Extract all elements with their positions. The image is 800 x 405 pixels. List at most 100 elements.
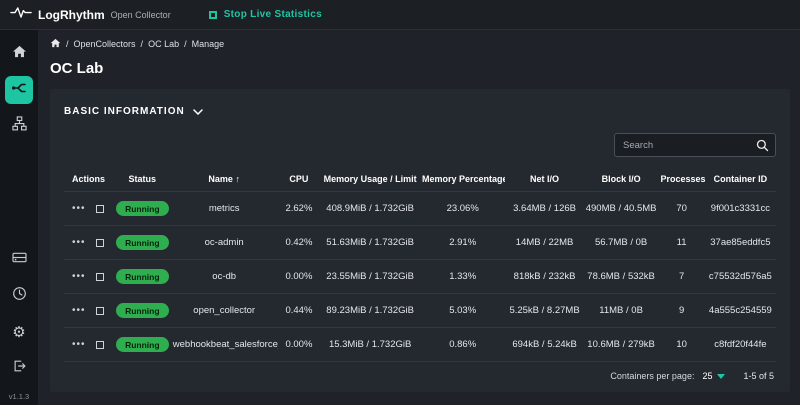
column-header-status[interactable]: Status [114,167,171,192]
container-id-value: 4a555c254559 [705,294,776,328]
processes-value: 10 [658,328,704,362]
logout-icon [12,359,27,378]
net-io-value: 5.25kB / 8.27MB [505,294,583,328]
block-io-value: 11MB / 0B [584,294,659,328]
column-header-processes[interactable]: Processes [658,167,704,192]
row-stop-container-icon[interactable] [96,307,104,315]
row-stop-container-icon[interactable] [96,273,104,281]
memory-value: 23.55MiB / 1.732GiB [320,260,420,294]
processes-value: 7 [658,260,704,294]
container-name: webhookbeat_salesforce_c [171,328,278,362]
body-row: ⚙ v1.1.3 / OpenCollectors / OC Lab / Man… [0,30,800,405]
column-header-block-io[interactable]: Block I/O [584,167,659,192]
row-stop-container-icon[interactable] [96,341,104,349]
processes-value: 11 [658,226,704,260]
collector-pipeline-icon [11,80,27,101]
column-header-container-id[interactable]: Container ID [705,167,776,192]
processes-value: 70 [658,192,704,226]
memory-pct-value: 2.91% [420,226,505,260]
caret-down-icon [717,374,725,379]
page-range: 1-5 of 5 [743,371,774,381]
row-more-actions-icon[interactable]: ••• [72,340,86,350]
memory-pct-value: 1.33% [420,260,505,294]
block-io-value: 490MB / 40.5MB [584,192,659,226]
column-header-name[interactable]: Name ↑ [171,167,278,192]
sidebar-item-settings[interactable]: ⚙ [5,318,33,346]
status-badge: Running [116,337,168,352]
container-id-value: c8fdf20f44fe [705,328,776,362]
sidebar: ⚙ v1.1.3 [0,30,38,405]
app-version: v1.1.3 [9,392,29,401]
block-io-value: 78.6MB / 532kB [584,260,659,294]
sidebar-item-open-collector[interactable] [5,76,33,104]
row-more-actions-icon[interactable]: ••• [72,272,86,282]
cpu-value: 0.42% [278,226,321,260]
search-icon[interactable] [756,139,769,157]
breadcrumb-item-oc-lab[interactable]: OC Lab [148,39,179,49]
block-io-value: 10.6MB / 279kB [584,328,659,362]
cpu-value: 0.00% [278,328,321,362]
page-size-select[interactable]: 25 [702,371,725,381]
container-name: open_collector [171,294,278,328]
chevron-down-icon [193,102,203,120]
row-more-actions-icon[interactable]: ••• [72,204,86,214]
memory-value: 51.63MiB / 1.732GiB [320,226,420,260]
stop-live-statistics-label: Stop Live Statistics [224,9,322,20]
sidebar-item-storage[interactable] [5,246,33,274]
table-row: ••• Running open_collector 0.44% 89.23Mi… [64,294,776,328]
breadcrumb: / OpenCollectors / OC Lab / Manage [50,38,790,50]
sidebar-item-scheduler[interactable] [5,282,33,310]
search-input[interactable] [615,140,777,151]
breadcrumb-separator: / [184,39,187,49]
row-stop-container-icon[interactable] [96,205,104,213]
memory-pct-value: 23.06% [420,192,505,226]
sort-asc-icon: ↑ [235,174,240,184]
column-header-memory-pct[interactable]: Memory Percentage [420,167,505,192]
column-header-cpu[interactable]: CPU [278,167,321,192]
cpu-value: 0.44% [278,294,321,328]
search-row [50,131,790,167]
cpu-value: 0.00% [278,260,321,294]
top-header: LogRhythm Open Collector Stop Live Stati… [0,0,800,30]
page-title: OC Lab [50,60,790,77]
table-header-row: Actions Status Name ↑ CPU Memory Usage /… [64,167,776,192]
brand-subtitle: Open Collector [111,10,171,20]
status-badge: Running [116,201,168,216]
container-id-value: 37ae85eddfc5 [705,226,776,260]
sidebar-item-topology[interactable] [5,112,33,140]
row-more-actions-icon[interactable]: ••• [72,306,86,316]
net-io-value: 694kB / 5.24kB [505,328,583,362]
container-name: oc-db [171,260,278,294]
column-header-net-io[interactable]: Net I/O [505,167,583,192]
brand: LogRhythm Open Collector [10,6,171,24]
breadcrumb-item-manage[interactable]: Manage [192,39,225,49]
table-row: ••• Running oc-db 0.00% 23.55MiB / 1.732… [64,260,776,294]
containers-per-page-label: Containers per page: [610,371,694,381]
home-icon [12,45,27,63]
column-header-memory[interactable]: Memory Usage / Limit [320,167,420,192]
breadcrumb-home-icon[interactable] [50,38,61,50]
container-name: oc-admin [171,226,278,260]
table-row: ••• Running webhookbeat_salesforce_c 0.0… [64,328,776,362]
net-io-value: 818kB / 232kB [505,260,583,294]
basic-information-panel: BASIC INFORMATION [50,89,790,392]
status-badge: Running [116,235,168,250]
breadcrumb-separator: / [141,39,144,49]
cpu-value: 2.62% [278,192,321,226]
clock-icon [12,286,27,306]
breadcrumb-separator: / [66,39,69,49]
basic-information-toggle[interactable]: BASIC INFORMATION [50,89,790,131]
brand-name: LogRhythm [38,8,105,22]
row-stop-container-icon[interactable] [96,239,104,247]
row-more-actions-icon[interactable]: ••• [72,238,86,248]
breadcrumb-item-opencollectors[interactable]: OpenCollectors [74,39,136,49]
sidebar-item-logout[interactable] [5,354,33,382]
pagination: Containers per page: 25 1-5 of 5 [50,362,790,388]
stop-live-statistics-button[interactable]: Stop Live Statistics [209,9,322,20]
container-id-value: c75532d576a5 [705,260,776,294]
sidebar-item-home[interactable] [5,40,33,68]
stop-icon [209,11,217,19]
net-io-value: 14MB / 22MB [505,226,583,260]
containers-table: Actions Status Name ↑ CPU Memory Usage /… [64,167,776,362]
memory-value: 408.9MiB / 1.732GiB [320,192,420,226]
